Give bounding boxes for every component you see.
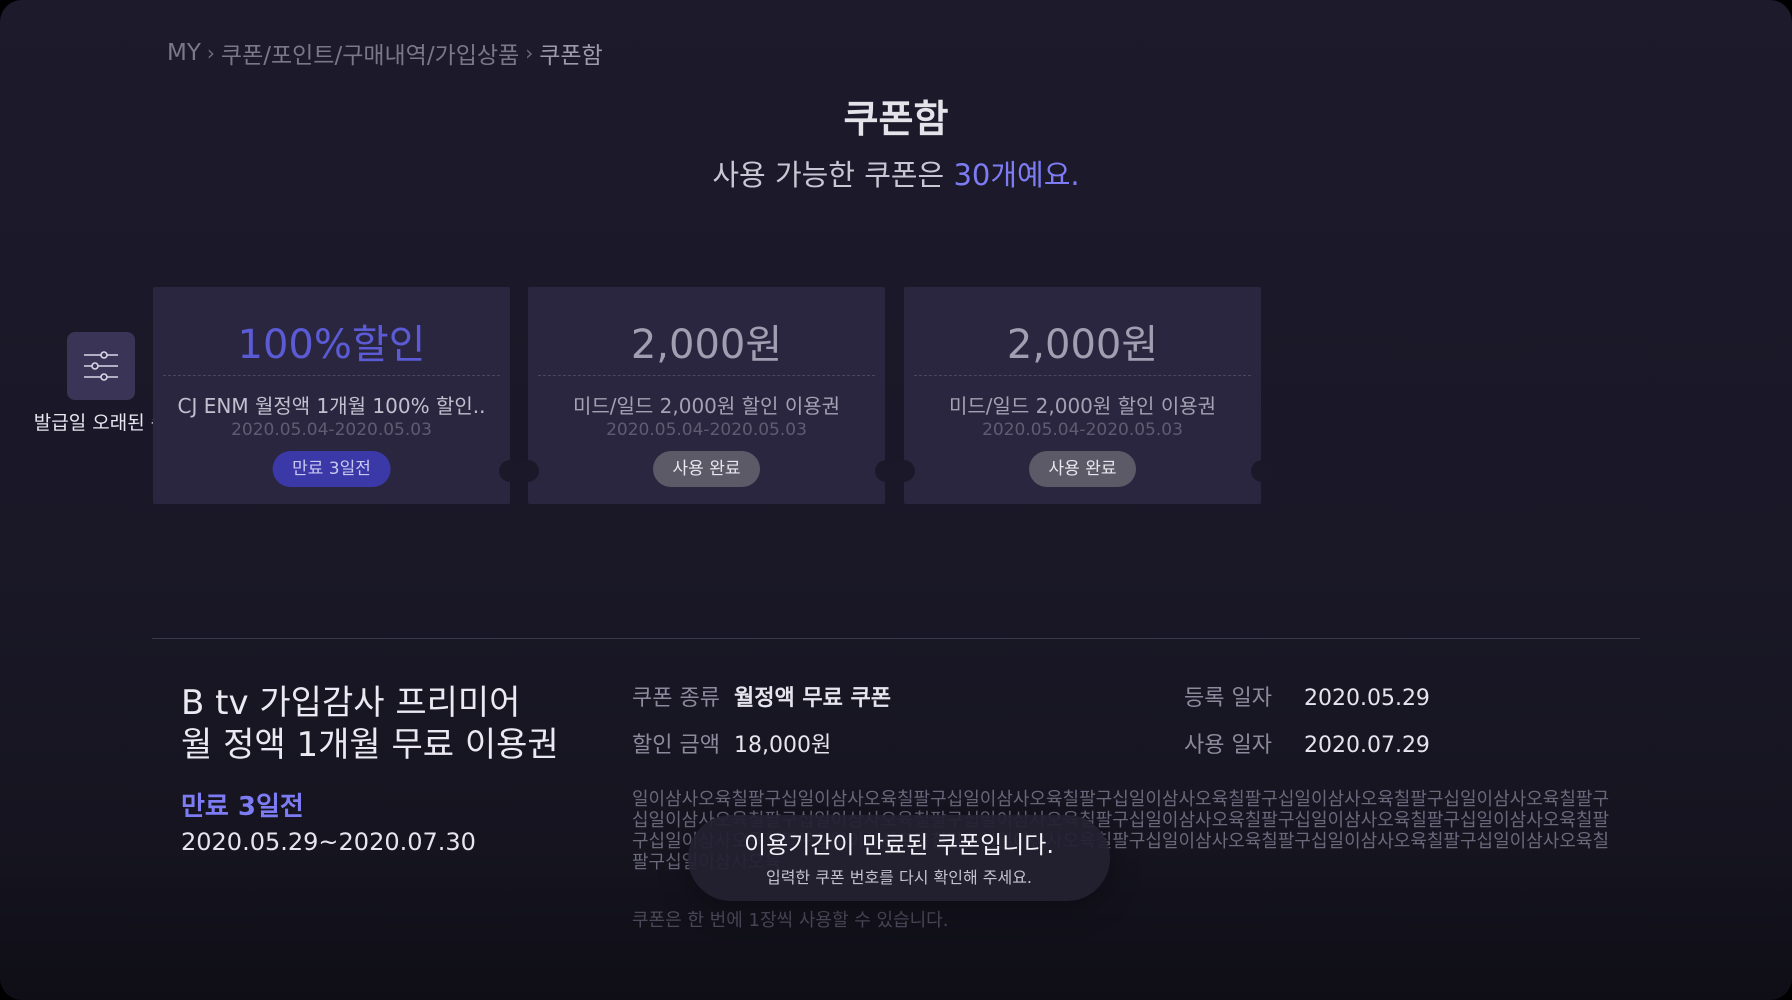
status-badge: 만료 3일전 <box>272 451 391 487</box>
discount-row: 할인 금액 18,000원 <box>632 727 831 759</box>
toast-title: 이용기간이 만료된 쿠폰입니다. <box>744 831 1054 859</box>
card-divider <box>914 375 1251 376</box>
discount-value: 18,000원 <box>733 733 832 758</box>
coupon-type-label: 쿠폰 종류 <box>632 686 720 711</box>
detail-title-line: 월 정액 1개월 무료 이용권 <box>181 725 559 765</box>
available-count: 30개예요. <box>953 158 1080 192</box>
expired-coupon-toast: 이용기간이 만료된 쿠폰입니다. 입력한 쿠폰 번호를 다시 확인해 주세요. <box>688 815 1110 901</box>
coupon-name: 미드/일드 2,000원 할인 이용권 <box>948 394 1217 418</box>
used-date-label: 사용 일자 <box>1184 733 1272 758</box>
used-date-value: 2020.07.29 <box>1303 733 1430 758</box>
coupon-amount: 2,000원 <box>1006 322 1159 368</box>
coupon-period: 2020.05.04-2020.05.03 <box>982 420 1183 440</box>
chevron-right-icon: › <box>525 41 534 65</box>
coupon-name: CJ ENM 월정액 1개월 100% 할인.. <box>177 394 486 418</box>
breadcrumb-item-my[interactable]: MY <box>167 40 201 66</box>
status-badge: 사용 완료 <box>1028 451 1137 487</box>
registered-date-label: 등록 일자 <box>1184 686 1272 711</box>
subtitle-text: 사용 가능한 쿠폰은 <box>712 158 954 192</box>
registered-date-row: 등록 일자 2020.05.29 <box>1184 680 1430 712</box>
sort-filter-button[interactable] <box>67 332 135 400</box>
page-title: 쿠폰함 <box>843 97 949 141</box>
ticket-notch <box>517 460 539 482</box>
coupon-name: 미드/일드 2,000원 할인 이용권 <box>572 394 841 418</box>
toast-message: 입력한 쿠폰 번호를 다시 확인해 주세요. <box>765 868 1033 887</box>
card-divider <box>163 375 500 376</box>
coupon-detail-title: B tv 가입감사 프리미어 월 정액 1개월 무료 이용권 <box>181 682 641 766</box>
breadcrumb-item-coupon-points[interactable]: 쿠폰/포인트/구매내역/가입상품 <box>221 36 519 70</box>
coupon-card[interactable]: 2,000원 미드/일드 2,000원 할인 이용권 2020.05.04-20… <box>904 287 1261 504</box>
detail-date-range: 2020.05.29~2020.07.30 <box>181 828 476 856</box>
coupon-type-value: 월정액 무료 쿠폰 <box>733 686 891 711</box>
ticket-notch <box>1251 460 1273 482</box>
coupon-box-screen: MY › 쿠폰/포인트/구매내역/가입상품 › 쿠폰함 쿠폰함 사용 가능한 쿠… <box>0 0 1792 1000</box>
chevron-right-icon: › <box>206 41 215 65</box>
coupon-type-row: 쿠폰 종류 월정액 무료 쿠폰 <box>632 680 891 712</box>
breadcrumb: MY › 쿠폰/포인트/구매내역/가입상품 › 쿠폰함 <box>167 36 603 70</box>
coupon-amount: 100%할인 <box>237 322 426 368</box>
detail-expiry: 만료 3일전 <box>181 792 304 822</box>
card-divider <box>538 375 875 376</box>
detail-title-line: B tv 가입감사 프리미어 <box>181 683 521 723</box>
page-subtitle: 사용 가능한 쿠폰은 30개예요. <box>0 152 1792 194</box>
status-badge: 사용 완료 <box>652 451 761 487</box>
coupon-card[interactable]: 100%할인 CJ ENM 월정액 1개월 100% 할인.. 2020.05.… <box>153 287 510 504</box>
breadcrumb-current: 쿠폰함 <box>539 43 603 69</box>
registered-date-value: 2020.05.29 <box>1303 686 1430 711</box>
usage-note: 쿠폰은 한 번에 1장씩 사용할 수 있습니다. <box>632 910 949 931</box>
sliders-icon <box>84 351 118 381</box>
section-divider <box>152 638 1640 639</box>
used-date-row: 사용 일자 2020.07.29 <box>1184 727 1430 759</box>
ticket-notch <box>893 460 915 482</box>
coupon-amount: 2,000원 <box>630 322 783 368</box>
discount-label: 할인 금액 <box>632 733 720 758</box>
coupon-period: 2020.05.04-2020.05.03 <box>606 420 807 440</box>
coupon-period: 2020.05.04-2020.05.03 <box>231 420 432 440</box>
coupon-card[interactable]: 2,000원 미드/일드 2,000원 할인 이용권 2020.05.04-20… <box>528 287 885 504</box>
